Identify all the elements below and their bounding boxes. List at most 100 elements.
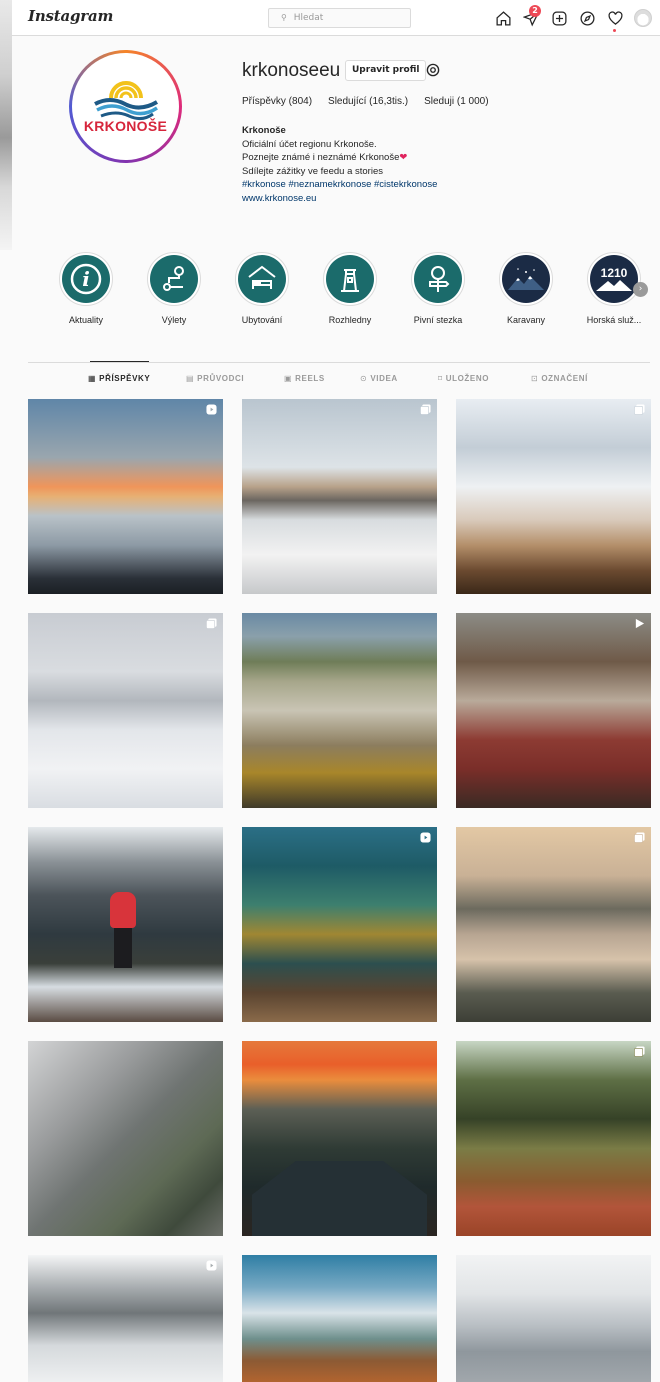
profile-username: krkonoseeu (242, 60, 341, 81)
profile-logo-text: KRKONOŠE (83, 118, 168, 134)
direct-messages-icon[interactable]: 2 (520, 5, 542, 29)
post-sea-of-clouds[interactable] (456, 399, 651, 594)
activity-heart-icon[interactable] (604, 7, 626, 32)
highlight-ring (411, 252, 465, 306)
highlight-label: Ubytování (241, 315, 283, 325)
highlight-ring (147, 252, 201, 306)
highlight-cover: 1210 (590, 255, 638, 303)
heart-emoji-icon: ❤ (399, 152, 408, 163)
search-placeholder: Hledat (293, 13, 324, 23)
tab-label: REELS (295, 374, 325, 383)
post-rock-in-fog[interactable] (28, 1041, 223, 1236)
mountain-1210-icon (596, 280, 632, 291)
tab-label: OZNAČENÍ (541, 374, 588, 383)
post-misty-forest[interactable] (456, 827, 651, 1022)
posts-count[interactable]: Příspěvky (804) (242, 96, 312, 107)
reel-icon (206, 1260, 217, 1271)
highlight-vylety[interactable]: Výlety (130, 252, 218, 325)
highlight-label: Horská služ... (586, 315, 642, 325)
explore-compass-icon[interactable] (576, 7, 598, 29)
grid-icon: ▦ (88, 374, 97, 383)
tab-label: VIDEA (370, 374, 398, 383)
reels-icon: ▣ (284, 374, 293, 383)
edit-profile-button[interactable]: Upravit profil (345, 60, 427, 81)
highlight-ring: i (59, 252, 113, 306)
home-icon[interactable] (492, 7, 514, 29)
post-autumn-forest[interactable] (242, 827, 437, 1022)
highlight-cover (326, 255, 374, 303)
highlight-ring (235, 252, 289, 306)
post-twisted-trees[interactable] (456, 1041, 651, 1236)
reel-icon (206, 404, 217, 415)
top-navigation: Instagram ⚲ Hledat 2 (12, 0, 660, 36)
highlight-karavany[interactable]: Karavany (482, 252, 570, 325)
highlight-label: Rozhledny (328, 315, 372, 325)
post-snowy-observatory[interactable] (242, 399, 437, 594)
highlight-cover: i (62, 255, 110, 303)
highlight-1210-text: 1210 (600, 266, 628, 280)
post-bearded-man[interactable] (456, 613, 651, 808)
carousel-icon (206, 618, 217, 629)
followers-count[interactable]: Sledující (16,3tis.) (328, 96, 408, 107)
highlight-cover (238, 255, 286, 303)
svg-text:i: i (82, 267, 90, 291)
tabs-divider (28, 362, 650, 363)
tab-pruvodci[interactable]: ▤ PRŮVODCI (186, 374, 244, 383)
tab-videa[interactable]: ⊙ VIDEA (360, 374, 398, 383)
carousel-icon (634, 1046, 645, 1057)
highlight-ring (499, 252, 553, 306)
highlight-pivni-stezka[interactable]: Pivní stezka (394, 252, 482, 325)
tab-prispevky[interactable]: ▦ PŘÍSPĚVKY (88, 374, 150, 383)
profile-tabs: ▦ PŘÍSPĚVKY ▤ PRŮVODCI ▣ REELS ⊙ VIDEA ⌑ ULOŽ… (28, 374, 650, 388)
profile-avatar-icon[interactable] (632, 7, 654, 29)
krkonose-logo-icon (94, 81, 159, 121)
avatar (634, 9, 652, 27)
carousel-icon (420, 404, 431, 415)
highlight-ring: 1210 (587, 252, 641, 306)
bio-line-2-wrap: Poznejte známé i neznámé Krkonoše❤ (242, 151, 437, 165)
post-frozen-tower[interactable] (28, 613, 223, 808)
bio-hashtags[interactable]: #krkonose #neznamekrkonose #cistekrkonos… (242, 178, 437, 192)
activity-dot (613, 29, 616, 32)
background-strip (0, 0, 12, 250)
search-input[interactable]: ⚲ Hledat (268, 8, 411, 28)
highlight-rozhledny[interactable]: Rozhledny (306, 252, 394, 325)
highlight-ring (323, 252, 377, 306)
post-frosted-treetops[interactable] (28, 1255, 223, 1382)
post-hiker-red-jacket[interactable] (28, 827, 223, 1022)
post-foggy-valley[interactable] (242, 613, 437, 808)
guides-icon: ▤ (186, 374, 195, 383)
hiker-figure (110, 892, 136, 928)
profile-picture[interactable]: KRKONOŠE (69, 50, 182, 163)
bookmark-icon: ⌑ (438, 374, 443, 383)
settings-gear-icon[interactable] (424, 61, 442, 79)
post-sunset-over-clouds[interactable] (28, 399, 223, 594)
tab-reels[interactable]: ▣ REELS (284, 374, 325, 383)
house-roof (252, 1161, 427, 1236)
bio-line-1: Oficiální účet regionu Krkonoše. (242, 138, 377, 150)
bio-name: Krkonoše (242, 125, 286, 136)
bio-line-3: Sdílejte zážitky ve feedu a stories (242, 165, 383, 177)
tab-oznaceni[interactable]: ⊡ OZNAČENÍ (531, 374, 588, 383)
following-count[interactable]: Sleduji (1 000) (424, 96, 488, 107)
post-misty-ridges[interactable] (456, 1255, 651, 1382)
instagram-logo[interactable]: Instagram (28, 7, 113, 25)
nav-icons: 2 (492, 5, 654, 32)
hiker-legs (114, 928, 132, 968)
new-post-icon[interactable] (548, 7, 570, 29)
bio-website-link[interactable]: www.krkonose.eu (242, 192, 437, 206)
carousel-icon (634, 404, 645, 415)
tab-ulozeno[interactable]: ⌑ ULOŽENO (438, 374, 489, 383)
bed-icon (248, 265, 276, 289)
highlight-ubytovani[interactable]: Ubytování (218, 252, 306, 325)
tab-label: PŘÍSPĚVKY (99, 374, 151, 383)
highlight-aktuality[interactable]: i Aktuality (42, 252, 130, 325)
post-sunset-house[interactable] (242, 1041, 437, 1236)
post-castle-autumn[interactable] (242, 1255, 437, 1382)
krkonose-logo: KRKONOŠE (75, 56, 176, 157)
info-icon: i (70, 263, 102, 295)
route-icon (163, 266, 184, 291)
reel-icon (420, 832, 431, 843)
tagged-icon: ⊡ (531, 374, 539, 383)
highlights-next-button[interactable]: › (633, 282, 648, 297)
